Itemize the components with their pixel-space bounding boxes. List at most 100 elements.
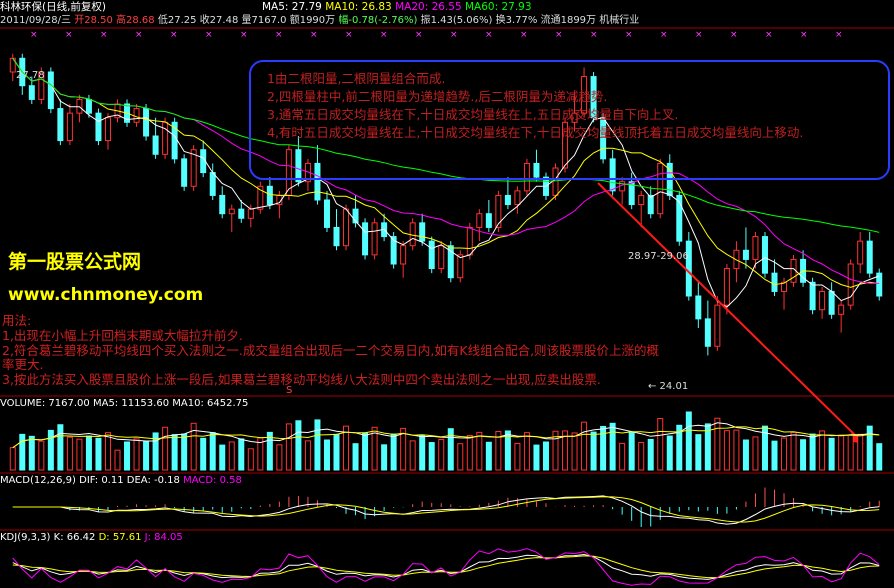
volume-bar <box>742 439 749 471</box>
macd-label: MACD(12,26,9) <box>0 475 76 486</box>
macd-dea: DEA: -0.18 <box>126 475 180 486</box>
candle-body <box>761 236 768 274</box>
candle-body <box>742 249 749 260</box>
candle-body <box>362 222 369 256</box>
kdj-label: KDJ(9,3,3) <box>0 532 51 543</box>
candle-body <box>504 194 511 206</box>
candle-body <box>771 272 778 292</box>
volume-bar <box>9 447 16 471</box>
volume-bar <box>695 434 702 471</box>
volume-bar <box>714 417 721 471</box>
candle-body <box>638 194 645 206</box>
volume-bar <box>219 444 226 471</box>
volume-bar <box>514 442 521 471</box>
candle-body <box>695 295 702 320</box>
candle-body <box>819 290 826 311</box>
volume-bar <box>628 432 635 471</box>
volume-bar <box>638 442 645 471</box>
volume-bar <box>143 440 150 471</box>
volume-bar <box>438 438 445 471</box>
volume-bar <box>162 426 169 471</box>
volume-bar <box>124 441 131 471</box>
candle-body <box>85 98 92 114</box>
candle-body <box>857 240 864 265</box>
volume-bar <box>619 442 626 471</box>
candle-body <box>47 71 54 110</box>
candle-body <box>343 208 350 247</box>
kdj-k: K: 66.42 <box>53 532 96 543</box>
volume-bar <box>466 434 473 471</box>
usage-line-3: 3,按此方法买入股票且股价上涨一段后,如果葛兰碧移动平均线八大法则中四个卖出法则… <box>2 372 601 387</box>
note-line-3: 3,通常五日成交均量线在下,十日成交均量线在上,五日成交均量自下向上叉. <box>267 107 679 122</box>
candle-body <box>133 108 140 123</box>
volume-bar <box>476 431 483 471</box>
note-line-4: 4,有时五日成交均量线在上,十日成交均量线在下,十日成交均量线顶托着五日成交均量… <box>267 125 804 140</box>
candle-body <box>266 185 273 206</box>
volume-bar <box>847 434 854 471</box>
candle-body <box>162 121 169 155</box>
cross-marker: × <box>275 30 283 40</box>
volume-bar <box>571 432 578 471</box>
candle-body <box>247 208 254 219</box>
candle-body <box>828 290 835 315</box>
candle-body <box>371 222 378 256</box>
volume-bar <box>857 433 864 471</box>
macd-legend: MACD(12,26,9) DIF: 0.11 DEA: -0.18 MACD:… <box>0 474 242 487</box>
cross-marker: × <box>30 30 38 40</box>
volume-bar <box>304 440 311 471</box>
volume-label: VOLUME: 7167.00 <box>0 398 90 409</box>
cross-marker: × <box>730 30 738 40</box>
volume-bar <box>809 433 816 471</box>
volume-bar <box>285 423 292 471</box>
candle-body <box>685 240 692 297</box>
volume-bar <box>876 443 883 471</box>
candle-body <box>809 281 816 311</box>
kdj-d: D: 57.61 <box>98 532 142 543</box>
volume-bar <box>447 428 454 471</box>
candle-body <box>143 108 150 137</box>
volume-bar <box>133 438 140 471</box>
volume-bar <box>600 425 607 471</box>
volume-bar <box>38 440 45 471</box>
candle-body <box>181 158 188 187</box>
candle-body <box>714 304 721 347</box>
candle-body <box>647 194 654 215</box>
volume-bar <box>485 441 492 471</box>
volume-bar <box>733 429 740 471</box>
cross-marker: × <box>835 30 843 40</box>
candle-body <box>228 208 235 215</box>
volume-ma10: MA10: 6452.75 <box>172 398 249 409</box>
candle-body <box>838 304 845 315</box>
cross-marker: × <box>240 30 248 40</box>
volume-bar <box>542 441 549 471</box>
candle-body <box>28 85 35 100</box>
volume-bar <box>390 433 397 471</box>
volume-bar <box>28 435 35 471</box>
candle-body <box>428 240 435 270</box>
kdj-k-line <box>12 553 880 580</box>
candle-body <box>752 236 759 260</box>
volume-bar <box>247 448 254 471</box>
candle-body <box>400 245 407 265</box>
volume-bar <box>295 420 302 471</box>
macd-value: MACD: 0.58 <box>183 475 242 486</box>
candle-body <box>152 135 159 155</box>
cross-marker: × <box>170 30 178 40</box>
cross-marker: × <box>450 30 458 40</box>
volume-bar <box>314 419 321 471</box>
volume-ma5-line <box>12 422 880 449</box>
volume-bar <box>352 443 359 471</box>
candle-body <box>95 112 102 142</box>
low-price-label: ← 24.01 <box>648 381 689 392</box>
volume-bar <box>114 449 121 471</box>
volume-bar <box>781 437 788 471</box>
volume-bar <box>790 431 797 471</box>
candle-body <box>485 213 492 228</box>
volume-bar <box>400 427 407 471</box>
kdj-legend: KDJ(9,3,3) K: 66.42 D: 57.61 J: 84.05 <box>0 531 183 544</box>
volume-bar <box>333 433 340 471</box>
volume-bar <box>533 444 540 471</box>
cross-marker: × <box>555 30 563 40</box>
volume-bar <box>209 432 216 471</box>
volume-ma5: MA5: 11153.60 <box>92 398 170 409</box>
